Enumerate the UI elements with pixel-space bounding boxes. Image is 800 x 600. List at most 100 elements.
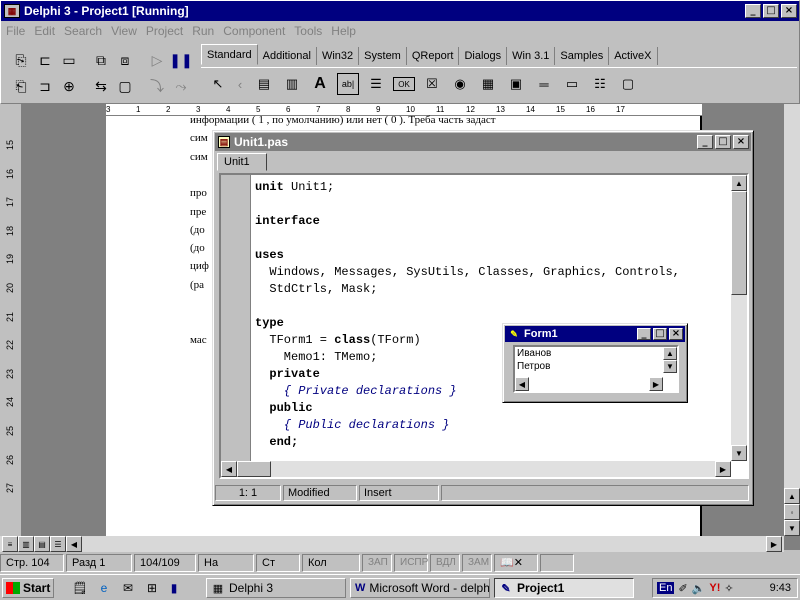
delphi-app-icon[interactable]: ▦ — [4, 4, 20, 18]
menu-view[interactable]: View — [108, 24, 143, 38]
close-icon[interactable]: × — [781, 4, 797, 18]
new-icon[interactable]: ⎘ — [9, 49, 33, 71]
add-file-icon[interactable]: ⊕ — [57, 75, 81, 97]
tab-qreport[interactable]: QReport — [407, 47, 460, 65]
combobox-icon[interactable]: ▣ — [505, 73, 527, 95]
delphi-form-icon[interactable]: ✎ — [508, 328, 520, 340]
menu-search[interactable]: Search — [61, 24, 108, 38]
form1-minimize-icon[interactable]: _ — [637, 328, 651, 340]
menu-help[interactable]: Help — [328, 24, 362, 38]
view-form-icon[interactable]: ⧈ — [113, 49, 137, 71]
editor-vscroll-thumb[interactable] — [731, 191, 747, 295]
channels-icon[interactable]: ⊞ — [144, 580, 160, 596]
new-form-icon[interactable]: ▢ — [113, 75, 137, 97]
save-all-icon[interactable]: ⊐ — [33, 75, 57, 97]
label-icon[interactable]: A — [309, 73, 331, 95]
edit-icon[interactable]: ab| — [337, 73, 359, 95]
page-layout-icon[interactable]: ▤ — [34, 536, 50, 552]
run-icon[interactable]: ▷ — [145, 49, 169, 71]
word-horizontal-scrollbar[interactable]: ≡ ▥ ▤ ☰ ◀ ▶ — [0, 536, 784, 552]
editor-gutter[interactable] — [221, 175, 251, 465]
minimize-icon[interactable]: _ — [745, 4, 761, 18]
editor-scroll-up-icon[interactable]: ▲ — [731, 175, 747, 191]
task-delphi[interactable]: ▦ Delphi 3 — [206, 578, 346, 598]
maximize-icon[interactable]: □ — [763, 4, 779, 18]
editor-title-bar[interactable]: ▤ Unit1.pas _ □ × — [215, 133, 751, 151]
checkbox-icon[interactable]: ☒ — [421, 73, 443, 95]
listbox-icon[interactable]: ▦ — [477, 73, 499, 95]
editor-minimize-icon[interactable]: _ — [697, 135, 713, 149]
tab-win32[interactable]: Win32 — [317, 47, 360, 65]
menu-file[interactable]: File — [3, 24, 31, 38]
step-over-icon[interactable]: ⤳ — [169, 75, 193, 97]
editor-close-icon[interactable]: × — [733, 135, 749, 149]
save-icon[interactable]: ▭ — [57, 49, 81, 71]
vertical-ruler[interactable]: 15 16 17 18 19 20 21 22 23 24 25 26 27 — [0, 104, 22, 536]
normal-view-icon[interactable]: ≡ — [2, 536, 18, 552]
pause-icon[interactable]: ❚❚ — [169, 49, 193, 71]
status-ext[interactable]: ВДЛ — [430, 554, 460, 572]
delphi-title-bar[interactable]: ▦ Delphi 3 - Project1 [Running] _ □ × — [1, 1, 799, 21]
editor-scroll-left-icon[interactable]: ◀ — [221, 461, 237, 477]
menu-project[interactable]: Project — [143, 24, 189, 38]
open-icon[interactable]: ⊏ — [33, 49, 57, 71]
volume-icon[interactable]: 🔈 — [692, 582, 706, 595]
memo-scroll-up-icon[interactable]: ▲ — [663, 347, 677, 360]
task-project1[interactable]: ✎ Project1 — [494, 578, 634, 598]
trace-into-icon[interactable]: ⤵ — [145, 75, 169, 97]
tray-y-icon[interactable]: Y! — [709, 582, 720, 594]
memo-scroll-right-icon[interactable]: ▶ — [649, 377, 663, 391]
editor-scroll-right-icon[interactable]: ▶ — [715, 461, 731, 477]
pointer-icon[interactable]: ↖ — [207, 73, 229, 95]
show-desktop-icon[interactable]: 🗒 — [72, 580, 88, 596]
previous-page-icon[interactable]: ◦ — [784, 504, 800, 520]
button-icon[interactable]: OK — [393, 77, 415, 91]
tray-app-icon[interactable]: ✐ — [678, 582, 687, 595]
form1-title-bar[interactable]: ✎ Form1 _ □ × — [505, 326, 685, 342]
status-rec[interactable]: ЗАП — [362, 554, 392, 572]
online-layout-icon[interactable]: ▥ — [18, 536, 34, 552]
word-vertical-scrollbar[interactable]: ▲ ◦ ▼ — [784, 104, 800, 536]
menu-tools[interactable]: Tools — [291, 24, 328, 38]
open-project-icon[interactable]: ⎗ — [9, 75, 33, 97]
menu-run[interactable]: Run — [189, 24, 220, 38]
start-button[interactable]: Start — [2, 578, 54, 598]
panel-icon[interactable]: ▢ — [617, 73, 639, 95]
mainmenu-icon[interactable]: ▤ — [253, 73, 275, 95]
scroll-left-arrow-icon[interactable]: ◀ — [66, 536, 82, 552]
clock[interactable]: 9:43 — [770, 582, 791, 594]
status-trk[interactable]: ИСПР — [394, 554, 428, 572]
internet-explorer-icon[interactable]: e — [96, 580, 112, 596]
language-indicator[interactable]: En — [657, 582, 675, 594]
scrollbar-icon[interactable]: ═ — [533, 73, 555, 95]
tab-samples[interactable]: Samples — [555, 47, 610, 65]
word-quicklaunch-icon[interactable]: ▮ — [166, 580, 182, 596]
scroll-right-arrow-icon[interactable]: ▶ — [766, 536, 782, 552]
groupbox-icon[interactable]: ▭ — [561, 73, 583, 95]
scroll-down-arrow-icon[interactable]: ▼ — [784, 520, 800, 536]
task-word[interactable]: W Microsoft Word - delphi — [350, 578, 490, 598]
memo-icon[interactable]: ☰ — [365, 73, 387, 95]
toggle-form-unit-icon[interactable]: ⇆ — [89, 75, 113, 97]
menu-edit[interactable]: Edit — [31, 24, 61, 38]
editor-scroll-down-icon[interactable]: ▼ — [731, 445, 747, 461]
scroll-left-icon[interactable]: ‹ — [229, 73, 251, 95]
tray-star-icon[interactable]: ✧ — [724, 582, 733, 595]
memo1[interactable]: Иванов Петров ▲ ▼ ◀ ▶ — [513, 345, 679, 393]
editor-maximize-icon[interactable]: □ — [715, 135, 731, 149]
radiogroup-icon[interactable]: ☷ — [589, 73, 611, 95]
tab-additional[interactable]: Additional — [258, 47, 317, 65]
editor-hscroll-thumb[interactable] — [237, 461, 271, 477]
popupmenu-icon[interactable]: ▥ — [281, 73, 303, 95]
tab-standard[interactable]: Standard — [201, 44, 258, 65]
outline-view-icon[interactable]: ☰ — [50, 536, 66, 552]
tab-activex[interactable]: ActiveX — [609, 47, 658, 65]
radiobutton-icon[interactable]: ◉ — [449, 73, 471, 95]
view-unit-icon[interactable]: ⧉ — [89, 49, 113, 71]
memo-scroll-down-icon[interactable]: ▼ — [663, 360, 677, 373]
scroll-up-arrow-icon[interactable]: ▲ — [784, 488, 800, 504]
spelling-status-icon[interactable]: 📖✕ — [494, 554, 538, 572]
tab-unit1[interactable]: Unit1 — [217, 153, 267, 171]
outlook-express-icon[interactable]: ✉ — [120, 580, 136, 596]
menu-component[interactable]: Component — [220, 24, 291, 38]
